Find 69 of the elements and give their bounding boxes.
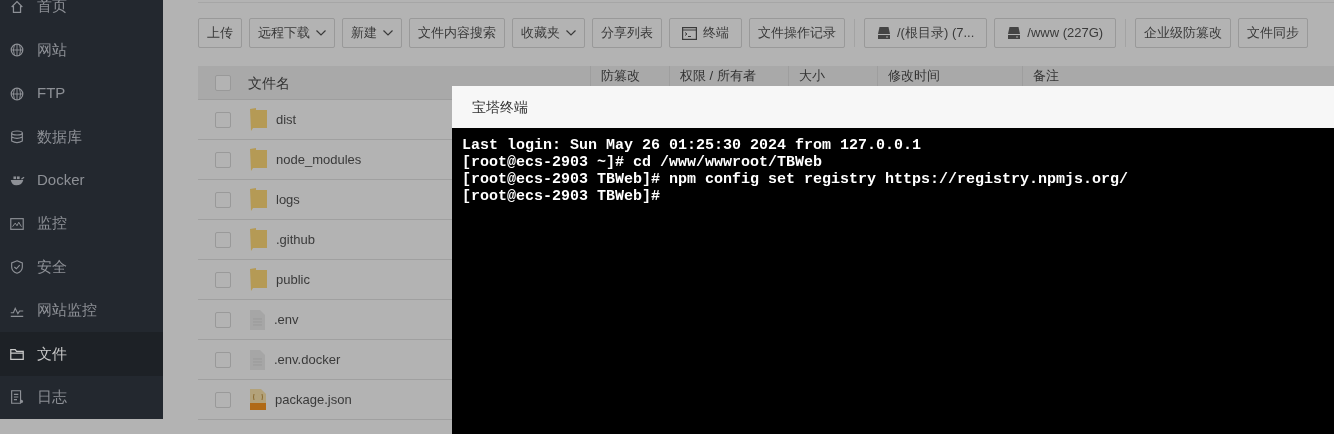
toolbar-button[interactable]: /(根目录) (7... (864, 18, 988, 48)
column-header: 权限 / 所有者 (680, 68, 756, 83)
database-icon (9, 128, 25, 145)
terminal-line: [root@ecs-2903 TBWeb]# npm config set registry https://registry.npmjs.org/ (462, 171, 1129, 188)
globe-icon (9, 85, 25, 102)
sidebar-item[interactable]: 首页 (0, 0, 163, 29)
disk-icon (877, 27, 891, 39)
terminal-line: [root@ecs-2903 ~]# cd /www/wwwroot/TBWeb (462, 154, 823, 171)
toolbar-button[interactable]: 文件操作记录 (749, 18, 845, 48)
terminal-line: [root@ecs-2903 TBWeb]# (462, 188, 661, 205)
checkbox[interactable] (215, 191, 231, 208)
sidebar-item[interactable]: 网站监控 (0, 288, 163, 333)
toolbar-button[interactable]: 文件同步 (1238, 18, 1309, 48)
file-name[interactable]: public (276, 269, 310, 290)
sidebar-item[interactable]: FTP (0, 71, 163, 116)
monitor-chart-icon (9, 215, 25, 232)
disk-icon (1007, 27, 1022, 39)
column-header: 防篡改 (601, 68, 640, 83)
file-name[interactable]: dist (276, 109, 297, 130)
toolbar-button[interactable]: 文件内容搜索 (409, 18, 505, 48)
document-icon (9, 389, 25, 406)
terminal-line: Last login: Sun May 26 01:25:30 2024 from 127.0.0.1 (462, 137, 922, 154)
toolbar-button[interactable]: 上传 (198, 18, 242, 48)
file-name[interactable]: .env.docker (274, 349, 341, 370)
shield-icon (9, 259, 25, 276)
column-header: 修改时间 (888, 68, 940, 83)
checkbox[interactable] (215, 111, 231, 128)
sidebar-item[interactable]: 日志 (0, 375, 163, 420)
sidebar-item[interactable]: 数据库 (0, 115, 163, 159)
sidebar-item[interactable]: 文件 (0, 332, 163, 376)
sidebar-item[interactable]: Docker (0, 158, 163, 203)
column-header: 大小 (799, 68, 825, 83)
checkbox[interactable] (215, 311, 231, 328)
chevron-down-icon (566, 30, 576, 36)
checkbox[interactable] (215, 391, 231, 408)
sidebar-item[interactable]: 网站 (0, 28, 163, 72)
home-icon (9, 0, 25, 15)
file-name[interactable]: package.json (275, 389, 352, 410)
checkbox[interactable] (215, 151, 231, 168)
column-header: 备注 (1033, 68, 1059, 83)
folder-icon (250, 227, 267, 252)
folder-icon (250, 187, 267, 212)
chevron-down-icon (383, 30, 393, 36)
dropdown-button[interactable]: 新建 (342, 18, 402, 48)
json-file-icon (250, 389, 266, 410)
toolbar-button[interactable]: 终端 (669, 18, 742, 48)
checkbox[interactable] (215, 74, 231, 91)
terminal-icon (682, 26, 697, 40)
toolbar-button[interactable]: /www (227G) (994, 18, 1117, 48)
file-name[interactable]: .env (274, 309, 299, 330)
dialog-title: 宝塔终端 (472, 97, 528, 117)
dropdown-button[interactable]: 远程下载 (249, 18, 335, 48)
folder-icon (250, 147, 267, 172)
checkbox[interactable] (215, 271, 231, 288)
file-name[interactable]: .github (276, 229, 316, 250)
chevron-down-icon (316, 30, 326, 36)
checkbox[interactable] (215, 231, 231, 248)
checkbox[interactable] (215, 351, 231, 368)
toolbar-button[interactable]: 企业级防篡改 (1135, 18, 1232, 48)
globe-icon (9, 42, 25, 59)
folder-icon (250, 267, 267, 292)
file-name[interactable]: logs (276, 189, 300, 210)
folder-icon (250, 107, 267, 132)
sidebar-item[interactable]: 监控 (0, 202, 163, 246)
toolbar-button[interactable]: 分享列表 (592, 18, 662, 48)
column-header: 文件名 (248, 75, 290, 90)
file-name[interactable]: node_modules (276, 149, 362, 170)
dropdown-button[interactable]: 收藏夹 (512, 18, 585, 48)
sidebar-item[interactable]: 安全 (0, 245, 163, 289)
